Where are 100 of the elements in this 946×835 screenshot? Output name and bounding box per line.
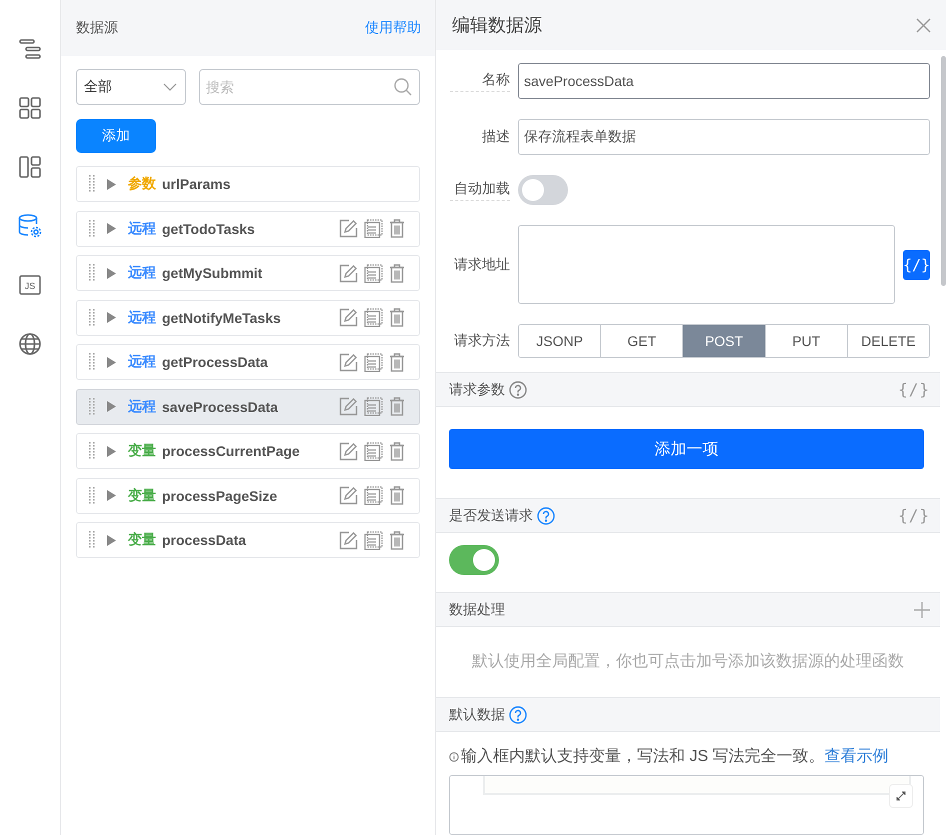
datasource-item[interactable]: 远程 getTodoTasks [76,210,420,246]
caret-icon[interactable] [107,312,116,323]
field-label: 自动加载 [450,180,510,200]
drag-handle-icon[interactable] [89,308,95,326]
drag-handle-icon[interactable] [89,486,95,504]
caret-icon[interactable] [107,268,116,278]
copy-icon[interactable] [364,442,383,460]
name-field[interactable]: saveProcessData [518,63,930,99]
delete-icon[interactable] [389,219,405,238]
drag-handle-icon[interactable] [89,353,95,371]
add-item-button[interactable]: 添加一项 [449,429,924,469]
drag-handle-icon[interactable] [89,531,95,549]
search-icon[interactable] [394,78,412,96]
drag-handle-icon[interactable] [89,175,95,193]
datasource-name: urlParams [162,176,232,192]
datasource-item[interactable]: 远程 getNotifyMeTasks [76,300,420,336]
url-field[interactable] [518,225,895,304]
edit-icon[interactable] [339,486,358,505]
delete-icon[interactable] [389,486,405,505]
hint-text: 默认使用全局配置，你也可点击加号添加该数据源的处理函数 [471,652,905,672]
example-link[interactable]: 查看示例 [824,748,889,765]
caret-icon[interactable] [107,490,116,501]
type-tag: 远程 [128,264,156,282]
datasource-name: getNotifyMeTasks [162,310,282,326]
code-button[interactable]: {/} [903,250,930,280]
type-tag: 远程 [128,353,156,371]
section-title: 是否发送请求 [449,506,533,524]
edit-icon[interactable] [339,442,358,460]
editor-title: 编辑数据源 [452,14,542,37]
copy-icon[interactable] [364,397,383,416]
caret-icon[interactable] [107,446,116,456]
edit-icon[interactable] [339,397,358,416]
datasource-item[interactable]: 远程 getMySubmmit [76,255,420,291]
add-button[interactable]: 添加 [76,119,156,153]
method-option[interactable]: DELETE [846,325,929,357]
section-title: 数据处理 [449,600,505,618]
datasource-name: getTodoTasks [162,220,256,236]
field-label: 描述 [481,128,510,146]
caret-icon[interactable] [107,223,116,234]
type-tag: 变量 [128,531,156,549]
expand-button[interactable] [889,784,913,808]
edit-icon[interactable] [339,219,358,238]
datasource-item[interactable]: 远程 getProcessData [76,344,420,380]
close-button[interactable] [916,18,931,32]
method-option[interactable]: POST [682,325,765,357]
panel-title: 数据源 [76,19,118,37]
field-label: 请求地址 [453,256,510,274]
expand-icon [895,790,907,802]
edit-icon[interactable] [339,308,358,327]
delete-icon[interactable] [389,442,405,460]
type-select[interactable]: 全部 [76,69,186,105]
delete-icon[interactable] [389,397,405,416]
copy-icon[interactable] [364,264,383,282]
drag-handle-icon[interactable] [89,264,95,282]
datasource-item[interactable]: 变量 processCurrentPage [76,433,420,469]
delete-icon[interactable] [389,530,405,550]
delete-icon[interactable] [389,264,405,282]
help-icon[interactable] [509,706,527,724]
caret-icon[interactable] [107,178,116,190]
edit-icon[interactable] [339,530,358,550]
copy-icon[interactable] [364,530,383,550]
type-tag: 变量 [128,442,156,460]
field-label: 请求方法 [453,332,510,350]
edit-icon[interactable] [339,352,358,372]
scrollbar[interactable] [941,56,946,286]
drag-handle-icon[interactable] [89,398,95,416]
datasource-item[interactable]: 远程 saveProcessData [76,388,420,424]
copy-icon[interactable] [364,308,383,327]
section-title: 默认数据 [449,706,505,724]
datasource-item[interactable]: 参数 urlParams [76,166,420,202]
description-field[interactable]: 保存流程表单数据 [518,119,930,155]
datasource-name: saveProcessData [162,398,279,414]
edit-icon[interactable] [339,264,358,282]
request-toggle[interactable] [449,545,499,575]
datasource-name: getMySubmmit [162,265,264,281]
datasource-item[interactable]: 变量 processPageSize [76,478,420,514]
plus-icon[interactable] [914,602,930,618]
drag-handle-icon[interactable] [89,220,95,238]
copy-icon[interactable] [364,219,383,238]
delete-icon[interactable] [389,352,405,372]
section-title: 请求参数 [449,380,505,398]
caret-icon[interactable] [107,356,116,368]
delete-icon[interactable] [389,308,405,327]
type-tag: 远程 [128,398,156,416]
datasource-item[interactable]: 变量 processData [76,522,420,558]
type-tag: 远程 [128,308,156,326]
auto-load-toggle[interactable] [518,175,568,205]
type-tag: 参数 [128,175,156,193]
drag-handle-icon[interactable] [89,442,95,460]
help-icon[interactable] [537,506,555,524]
caret-icon[interactable] [107,534,116,546]
help-icon[interactable] [509,380,527,398]
info-icon [449,752,459,762]
datasource-name: processPageSize [162,488,278,504]
info-text: 输入框内默认支持变量，写法和 JS 写法完全一致。查看示例 [461,746,889,767]
copy-icon[interactable] [364,352,383,372]
chevron-down-icon [163,83,177,91]
search-field[interactable]: 搜索 [199,69,420,105]
copy-icon[interactable] [364,486,383,505]
caret-icon[interactable] [107,401,116,412]
